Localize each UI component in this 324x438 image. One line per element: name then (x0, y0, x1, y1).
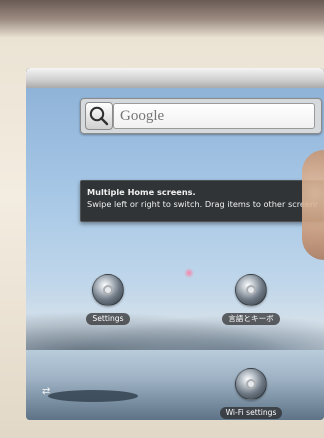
status-bar (26, 68, 324, 89)
settings-shortcut-label: Settings (86, 313, 130, 325)
wifi-settings-shortcut-label: Wi-Fi settings (219, 407, 283, 419)
top-shadow (0, 0, 324, 38)
wifi-settings-shortcut-icon (235, 368, 267, 400)
google-search-widget (80, 98, 322, 134)
light-glare (184, 268, 194, 278)
finger-occlusion (302, 150, 324, 260)
search-icon[interactable] (85, 102, 113, 130)
wallpaper-island (48, 390, 138, 402)
settings-shortcut-icon (92, 274, 124, 306)
language-keyboard-shortcut[interactable]: 言語とキーボ (216, 274, 286, 328)
settings-shortcut[interactable]: Settings (73, 274, 143, 328)
device-photo: Multiple Home screens. Swipe left or rig… (0, 0, 324, 438)
language-keyboard-shortcut-icon (235, 274, 267, 306)
search-input[interactable] (113, 103, 315, 129)
language-keyboard-shortcut-label: 言語とキーボ (222, 313, 280, 325)
hint-title: Multiple Home screens. (87, 187, 196, 197)
wifi-settings-shortcut[interactable]: Wi-Fi settings (216, 368, 286, 422)
multiple-home-screens-hint: Multiple Home screens. Swipe left or rig… (80, 180, 324, 222)
corner-glyph: ⇄ (42, 386, 51, 397)
hint-body: Swipe left or right to switch. Drag item… (87, 199, 317, 209)
